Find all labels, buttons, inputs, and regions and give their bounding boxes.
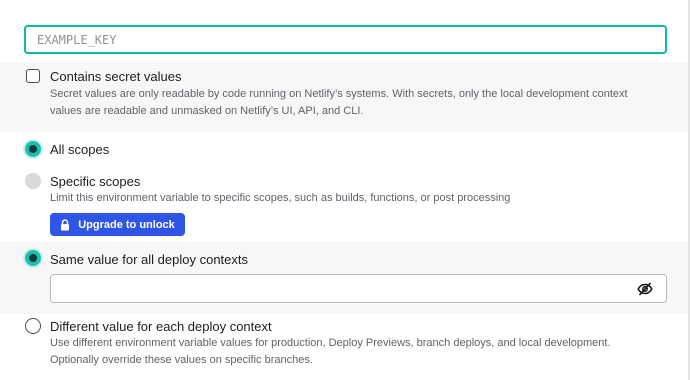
eye-off-icon[interactable] — [637, 282, 653, 296]
specific-scopes-label: Specific scopes — [50, 174, 141, 189]
same-value-label: Same value for all deploy contexts — [50, 252, 248, 267]
same-value-radio[interactable] — [25, 250, 41, 266]
different-value-description-line1: Use different environment variable value… — [50, 337, 611, 349]
upgrade-to-unlock-button[interactable]: Upgrade to unlock — [50, 213, 185, 236]
secret-checkbox[interactable] — [26, 69, 40, 83]
secret-description-line1: Secret values are only readable by code … — [50, 88, 628, 100]
different-value-description-line2: Optionally override these values on spec… — [50, 354, 313, 366]
specific-scopes-description: Limit this environment variable to speci… — [50, 192, 511, 204]
all-scopes-radio[interactable] — [25, 141, 41, 157]
all-scopes-label: All scopes — [50, 142, 110, 157]
value-input[interactable] — [50, 274, 667, 303]
secret-description-line2: values are readable and unmasked on Netl… — [50, 105, 364, 117]
different-value-label: Different value for each deploy context — [50, 319, 272, 334]
upgrade-label: Upgrade to unlock — [78, 218, 175, 231]
specific-scopes-radio — [25, 173, 41, 189]
lock-icon — [61, 218, 70, 230]
secret-label: Contains secret values — [50, 69, 182, 84]
different-value-radio[interactable] — [25, 318, 41, 334]
key-input[interactable] — [24, 25, 667, 54]
key-field-container — [24, 25, 667, 54]
